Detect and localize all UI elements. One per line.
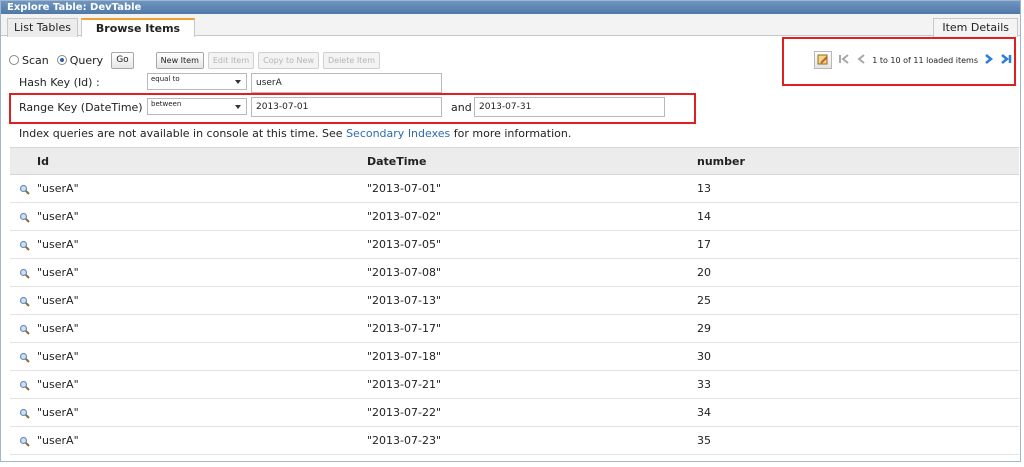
table-row[interactable]: "userA" "2013-07-22" 34	[10, 399, 1019, 427]
magnifier-icon[interactable]	[19, 352, 30, 363]
cell-datetime: "2013-07-05"	[367, 238, 442, 251]
scan-radio-dot[interactable]	[9, 55, 19, 65]
cell-id: "userA"	[37, 322, 79, 335]
tab-list-tables[interactable]: List Tables	[7, 18, 78, 37]
query-radio[interactable]: Query	[56, 53, 104, 67]
magnifier-icon[interactable]	[19, 324, 30, 335]
table-row[interactable]: "userA" "2013-07-01" 13	[10, 175, 1019, 203]
table-row[interactable]: "userA" "2013-07-17" 29	[10, 315, 1019, 343]
hash-key-label: Hash Key (Id) :	[19, 76, 100, 89]
chevron-down-icon	[235, 80, 241, 84]
column-header-number[interactable]: number	[697, 155, 1019, 168]
cell-number: 30	[697, 350, 711, 363]
cell-datetime: "2013-07-21"	[367, 378, 442, 391]
cell-datetime: "2013-07-02"	[367, 210, 442, 223]
table-row[interactable]: "userA" "2013-07-18" 30	[10, 343, 1019, 371]
cell-number: 13	[697, 182, 711, 195]
column-header-id[interactable]: Id	[37, 155, 367, 168]
new-item-button[interactable]: New Item	[155, 51, 204, 69]
magnifier-icon[interactable]	[19, 436, 30, 447]
hash-key-operator-select[interactable]: equal to	[147, 73, 247, 90]
table-row[interactable]: "userA" "2013-07-23" 35	[10, 427, 1019, 455]
table-row[interactable]: "userA" "2013-07-21" 33	[10, 371, 1019, 399]
info-text-after: for more information.	[450, 127, 572, 140]
pager: 1 to 10 of 11 loaded items	[814, 51, 1012, 69]
previous-page-icon[interactable]	[856, 53, 866, 68]
cell-datetime: "2013-07-17"	[367, 322, 442, 335]
table-row[interactable]: "userA" "2013-07-02" 14	[10, 203, 1019, 231]
cell-datetime: "2013-07-23"	[367, 434, 442, 447]
cell-number: 34	[697, 406, 711, 419]
cell-datetime: "2013-07-08"	[367, 266, 442, 279]
cell-number: 25	[697, 294, 711, 307]
results-table: Id DateTime number "userA" "2013-07-01" 13…	[10, 147, 1019, 455]
cell-id: "userA"	[37, 182, 79, 195]
cell-number: 29	[697, 322, 711, 335]
table-header: Id DateTime number	[10, 148, 1019, 175]
range-key-label: Range Key (DateTime) :	[19, 101, 150, 114]
hash-key-value-input[interactable]: userA	[251, 73, 442, 93]
range-key-operator-select[interactable]: between	[147, 98, 247, 115]
cell-id: "userA"	[37, 406, 79, 419]
cell-number: 33	[697, 378, 711, 391]
magnifier-icon[interactable]	[19, 212, 30, 223]
range-key-operator-value: between	[151, 100, 182, 108]
scan-label: Scan	[22, 53, 49, 67]
copy-to-new-button[interactable]: Copy to New	[258, 51, 319, 69]
cell-datetime: "2013-07-22"	[367, 406, 442, 419]
last-page-icon[interactable]	[1000, 53, 1012, 68]
window-title: Explore Table: DevTable	[1, 1, 1020, 14]
first-page-icon[interactable]	[838, 53, 850, 68]
range-key-to-input[interactable]: 2013-07-31	[474, 97, 665, 117]
cell-id: "userA"	[37, 294, 79, 307]
cell-datetime: "2013-07-01"	[367, 182, 442, 195]
hash-key-operator-value: equal to	[151, 75, 180, 83]
cell-id: "userA"	[37, 378, 79, 391]
item-details-button[interactable]: Item Details	[933, 18, 1018, 37]
cell-id: "userA"	[37, 266, 79, 279]
edit-item-button[interactable]: Edit Item	[207, 51, 255, 69]
range-key-and-label: and	[451, 101, 472, 114]
cell-number: 17	[697, 238, 711, 251]
cell-id: "userA"	[37, 238, 79, 251]
table-row[interactable]: "userA" "2013-07-05" 17	[10, 231, 1019, 259]
magnifier-icon[interactable]	[19, 268, 30, 279]
cell-id: "userA"	[37, 210, 79, 223]
magnifier-icon[interactable]	[19, 380, 30, 391]
cell-datetime: "2013-07-18"	[367, 350, 442, 363]
edit-columns-icon[interactable]	[814, 51, 833, 69]
query-mode-row: Scan Query Go New Item Edit Item Copy to…	[9, 50, 381, 70]
cell-number: 35	[697, 434, 711, 447]
magnifier-icon[interactable]	[19, 408, 30, 419]
query-radio-dot[interactable]	[56, 55, 67, 65]
index-info-message: Index queries are not available in conso…	[19, 127, 571, 140]
column-header-datetime[interactable]: DateTime	[367, 155, 697, 168]
cell-id: "userA"	[37, 434, 79, 447]
table-row[interactable]: "userA" "2013-07-08" 20	[10, 259, 1019, 287]
delete-item-button[interactable]: Delete Item	[322, 51, 381, 69]
tab-browse-items[interactable]: Browse Items	[81, 18, 195, 37]
go-button[interactable]: Go	[111, 51, 134, 69]
tab-bar: List Tables Browse Items Item Details	[1, 14, 1020, 37]
explore-table-window: Explore Table: DevTable List Tables Brow…	[0, 0, 1021, 462]
scan-radio[interactable]: Scan	[9, 54, 49, 67]
cell-number: 20	[697, 266, 711, 279]
pager-range-text: 1 to 10 of 11 loaded items	[872, 55, 978, 65]
magnifier-icon[interactable]	[19, 184, 30, 195]
range-key-from-input[interactable]: 2013-07-01	[251, 97, 442, 117]
cell-id: "userA"	[37, 350, 79, 363]
info-text-before: Index queries are not available in conso…	[19, 127, 347, 140]
cell-number: 14	[697, 210, 711, 223]
query-label: Query	[69, 53, 104, 67]
magnifier-icon[interactable]	[19, 296, 30, 307]
secondary-indexes-link[interactable]: Secondary Indexes	[346, 127, 450, 140]
chevron-down-icon	[235, 105, 241, 109]
table-row[interactable]: "userA" "2013-07-13" 25	[10, 287, 1019, 315]
next-page-icon[interactable]	[984, 53, 994, 68]
cell-datetime: "2013-07-13"	[367, 294, 442, 307]
magnifier-icon[interactable]	[19, 240, 30, 251]
